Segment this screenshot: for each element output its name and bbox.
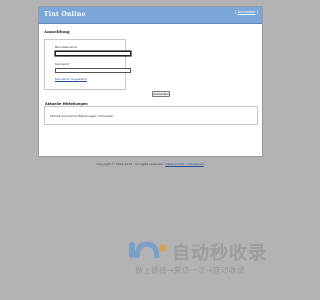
- app-title: Tint Online: [44, 11, 86, 18]
- login-heading: Anmeldung: [44, 29, 70, 34]
- password-label: Kennwort: [55, 62, 70, 66]
- watermark-sub-text: 做上链接→来访一次→自动收录: [135, 266, 245, 275]
- main-panel: Tint Online [ Anmelden ] Anmeldung Benut…: [38, 6, 263, 157]
- header-login-link-wrapper: [ Anmelden ]: [235, 10, 258, 14]
- watermark: 自动秒收录 做上链接→来访一次→自动收录: [127, 239, 287, 279]
- login-form: Benutzername Kennwort Kennwort vergessen…: [44, 39, 131, 90]
- footer-privacy-link[interactable]: Datenschutz / Impressum: [165, 162, 203, 166]
- app-header: Tint Online [ Anmelden ]: [39, 7, 262, 24]
- footer: Copyright © 2012-2015 · All rights reser…: [0, 162, 300, 166]
- password-input[interactable]: [55, 68, 131, 73]
- username-label: Benutzername: [55, 45, 77, 49]
- watermark-logo-icon: [129, 241, 167, 259]
- login-button[interactable]: Anmelden: [152, 91, 170, 97]
- news-box: Aktuell sind keine Mitteilungen vorhande…: [44, 106, 258, 125]
- news-text: Aktuell sind keine Mitteilungen vorhande…: [50, 114, 115, 118]
- username-input[interactable]: [55, 51, 131, 56]
- footer-copyright: Copyright © 2012-2015 · All rights reser…: [96, 162, 165, 166]
- header-login-link[interactable]: Anmelden: [238, 10, 256, 14]
- watermark-main-text: 自动秒收录: [172, 243, 267, 264]
- forgot-password-link[interactable]: Kennwort vergessen?: [55, 77, 87, 81]
